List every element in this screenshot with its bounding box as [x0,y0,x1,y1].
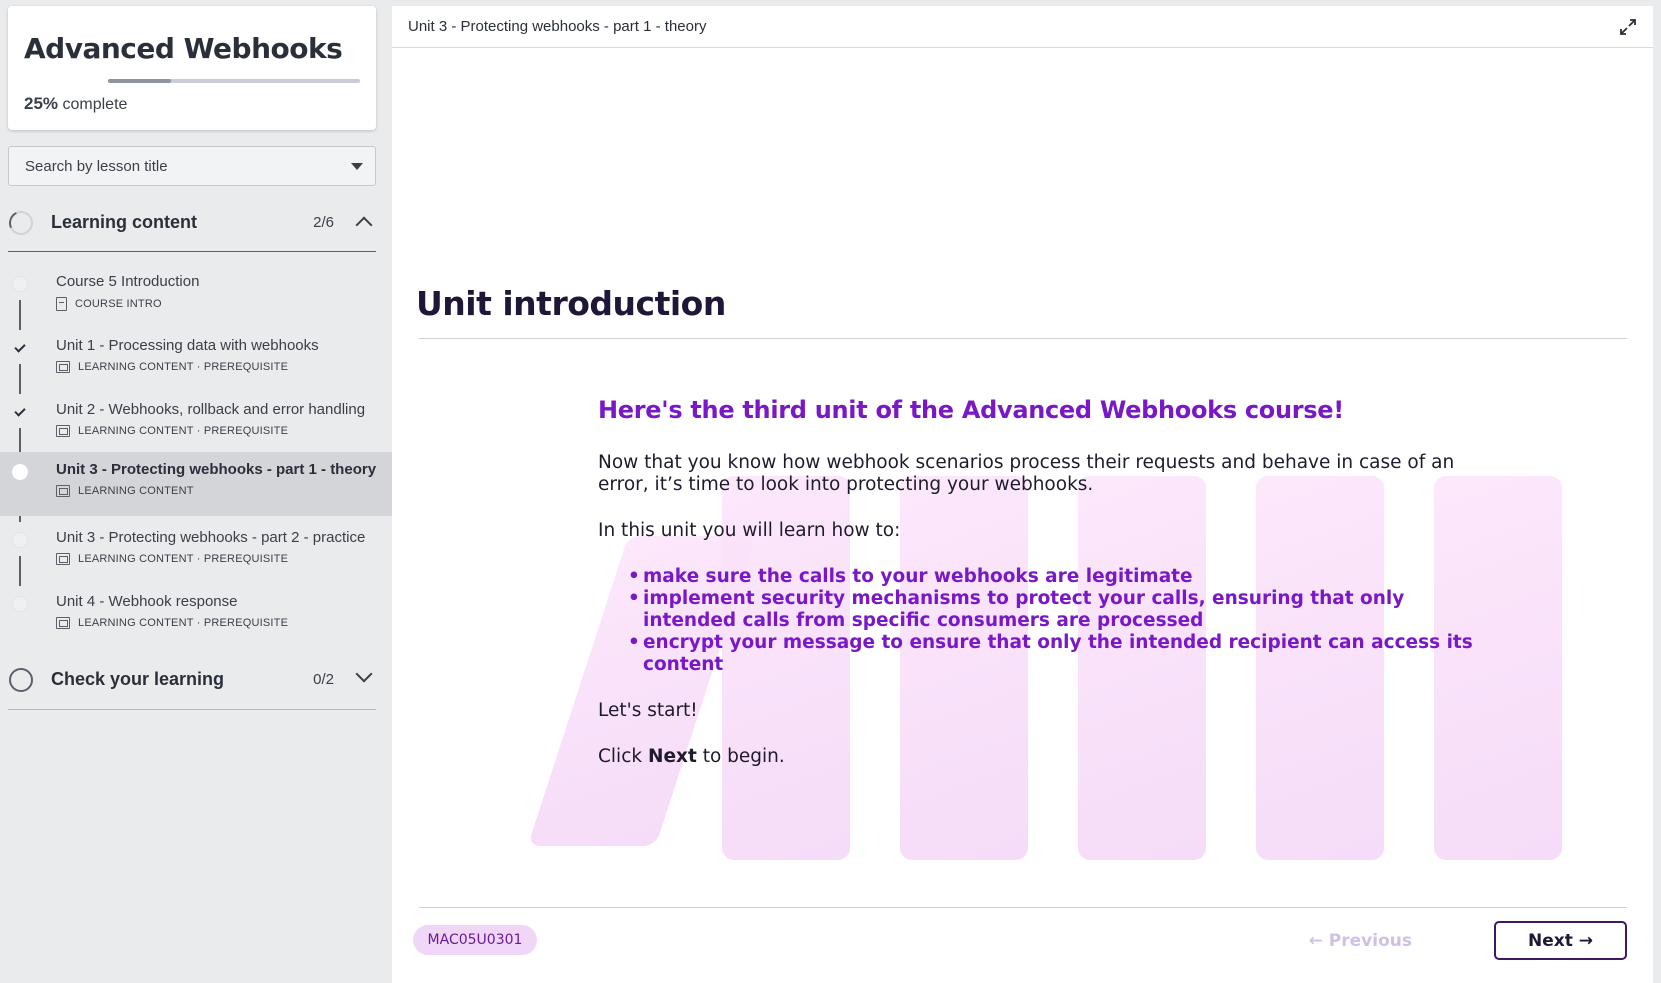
course-card: Advanced Webhooks 25% complete [8,6,376,130]
status-dot-icon [12,464,28,480]
click-prefix: Click [598,746,643,767]
lesson-meta: LEARNING CONTENT · PREREQUISITE [56,425,288,437]
progress-percent: 25% [24,94,59,113]
section-divider [8,709,376,710]
lesson-content-panel: Unit 3 - Protecting webhooks - part 1 - … [392,6,1653,983]
click-suffix: to begin. [702,746,785,767]
lesson-title: Unit 3 - Protecting webhooks - part 1 - … [56,461,377,478]
caret-down-icon [351,163,363,170]
learn-how-paragraph: In this unit you will learn how to: [598,520,901,541]
progress-bar [108,79,360,83]
chevron-down-icon[interactable] [355,665,373,683]
progress-suffix: complete [62,96,128,113]
list-item: implement security mechanisms to protect… [628,588,1498,632]
status-dot-icon [12,596,28,612]
progress-ring-icon [5,207,37,239]
lesson-title: Unit 1 - Processing data with webhooks [56,337,319,354]
lesson-meta-text: LEARNING CONTENT · PREREQUISITE [78,361,289,373]
list-item: make sure the calls to your webhooks are… [628,566,1498,588]
section-divider [8,251,376,252]
section-label: Check your learning [51,669,225,689]
checkmark-icon [12,404,28,420]
intro-paragraph: Now that you know how webhook scenarios … [598,452,1455,495]
previous-button[interactable]: ← Previous [1300,927,1412,955]
section-count: 2/6 [313,214,334,231]
lesson-meta: LEARNING CONTENT · PREREQUISITE [56,617,288,629]
lesson-meta-text: LEARNING CONTENT · PREREQUISITE [78,553,289,565]
lesson-meta-text: COURSE INTRO [75,298,162,310]
search-placeholder: Search by lesson title [25,158,168,175]
section-label: Learning content [51,212,198,232]
lead-heading: Here's the third unit of the Advanced We… [598,396,1344,424]
section-count: 0/2 [313,671,334,688]
chevron-up-icon[interactable] [355,216,373,234]
status-dot-icon [12,532,28,548]
course-title: Advanced Webhooks [24,32,343,65]
lesson-title: Unit 3 - Protecting webhooks - part 2 - … [56,529,366,546]
status-dot-icon [12,276,28,292]
lesson-title: Course 5 Introduction [56,273,200,290]
slides-icon [56,425,70,437]
lets-start-paragraph: Let's start! [598,700,698,721]
document-icon [56,297,67,311]
lesson-item-unit-4[interactable]: Unit 4 - Webhook response LEARNING CONTE… [0,590,392,654]
lesson-meta: COURSE INTRO [56,297,162,311]
objectives-list: make sure the calls to your webhooks are… [628,566,1498,676]
expand-icon[interactable] [1619,18,1637,36]
click-next-bold: Next [647,746,697,767]
lesson-meta-text: LEARNING CONTENT · PREREQUISITE [78,617,289,629]
click-next-paragraph: Click Next to begin. [598,746,1498,768]
slides-icon [56,485,70,497]
divider [419,338,1627,339]
lesson-search-dropdown[interactable]: Search by lesson title [8,146,376,186]
progress-ring-icon [9,668,33,692]
lesson-meta-text: LEARNING CONTENT · PREREQUISITE [78,425,289,437]
lesson-item-course-intro[interactable]: Course 5 Introduction COURSE INTRO [0,270,392,334]
slides-icon [56,553,70,565]
progress-text: 25% complete [24,94,127,114]
section-check-your-learning[interactable]: Check your learning 0/2 [8,654,376,708]
slides-icon [56,617,70,629]
section-learning-content[interactable]: Learning content 2/6 [5,197,376,251]
lesson-breadcrumb: Unit 3 - Protecting webhooks - part 1 - … [408,18,707,35]
lesson-item-unit-1[interactable]: Unit 1 - Processing data with webhooks L… [0,334,392,398]
lesson-item-unit-3-part-2[interactable]: Unit 3 - Protecting webhooks - part 2 - … [0,526,392,590]
lesson-body: Here's the third unit of the Advanced We… [598,396,1498,792]
lesson-item-unit-3-part-1[interactable]: Unit 3 - Protecting webhooks - part 1 - … [0,452,392,516]
lesson-meta: LEARNING CONTENT · PREREQUISITE [56,361,288,373]
lesson-topbar: Unit 3 - Protecting webhooks - part 1 - … [392,6,1653,48]
lesson-title: Unit 2 - Webhooks, rollback and error ha… [56,401,366,418]
sidebar: Advanced Webhooks 25% complete Search by… [0,0,392,983]
checkmark-icon [12,340,28,356]
lesson-meta: LEARNING CONTENT · PREREQUISITE [56,553,288,565]
lesson-code-badge: MAC05U0301 [413,925,537,955]
lesson-meta: LEARNING CONTENT [56,485,194,497]
next-button[interactable]: Next → [1494,921,1627,960]
progress-bar-fill [108,79,171,83]
divider [419,907,1627,908]
list-item: encrypt your message to ensure that only… [628,632,1498,676]
slides-icon [56,361,70,373]
lesson-meta-text: LEARNING CONTENT [78,485,194,497]
page-title: Unit introduction [416,284,726,323]
lesson-title: Unit 4 - Webhook response [56,593,238,610]
